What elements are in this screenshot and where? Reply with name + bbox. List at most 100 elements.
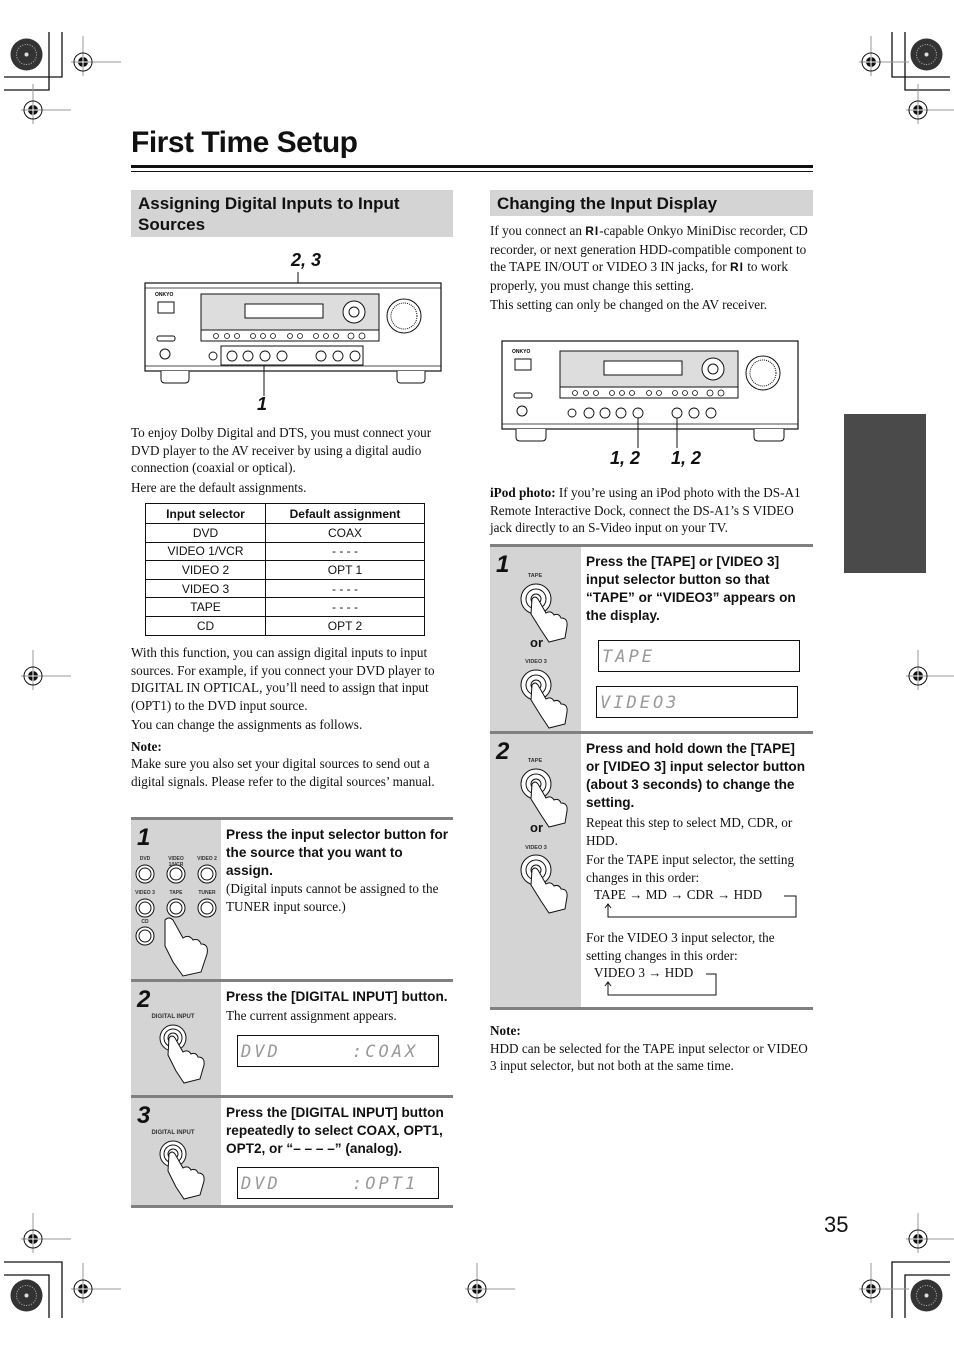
digital-input-button-icon xyxy=(159,1140,205,1200)
callout-label-1-2-video3: 1, 2 xyxy=(610,448,641,468)
step-text: Repeat this step to select MD, CDR, or H… xyxy=(586,815,793,848)
section-heading-assign: Assigning Digital Inputs to Input Source… xyxy=(131,190,453,237)
table-cell: VIDEO 2 xyxy=(145,560,266,580)
table-cell: - - - - xyxy=(265,597,425,617)
page-title: First Time Setup xyxy=(131,126,358,159)
chapter-tab-marker xyxy=(844,414,926,573)
section-heading-input-display: Changing the Input Display xyxy=(490,190,813,216)
body-paragraph-left: With this function, you can assign digit… xyxy=(131,644,456,792)
note-label: Note: xyxy=(131,738,162,754)
title-rule xyxy=(131,165,813,168)
table-row: CD OPT 2 xyxy=(145,615,425,636)
intro-paragraph-left: To enjoy Dolby Digital and DTS, you must… xyxy=(131,424,456,498)
receiver-front-panel: ONKYO xyxy=(144,272,442,396)
lcd-display-video3: VIDEO3 xyxy=(596,686,798,718)
ipod-note: iPod photo: If you’re using an iPod phot… xyxy=(490,484,814,539)
tape-video3-buttons-icon xyxy=(520,768,568,914)
receiver-illustration-right: ONKYO 1, 2 1, 2 xyxy=(500,338,800,473)
body-text-2: You can change the assignments as follow… xyxy=(131,717,363,732)
note-right: Note: HDD can be selected for the TAPE i… xyxy=(490,1022,814,1077)
steps-left: 1 DVD VIDEO 1/VCR VIDEO 2 VIDEO 3 TAPE T… xyxy=(131,817,453,1208)
table-row: VIDEO 3- - - - xyxy=(145,578,425,599)
table-header: Default assignment xyxy=(265,503,425,524)
step-1: 1 DVD VIDEO 1/VCR VIDEO 2 VIDEO 3 TAPE T… xyxy=(131,817,453,979)
starburst-mark-icon xyxy=(10,1279,43,1312)
step-2: 2 DIGITAL INPUT Press the [DIGITAL INPUT… xyxy=(131,979,453,1095)
step-1: 1 TAPE or VIDEO 3 Press the [TAPE] or [V… xyxy=(490,544,813,731)
input-selector-buttons-icon xyxy=(135,864,217,977)
step-illustration: 2 TAPE or VIDEO 3 xyxy=(490,734,581,1007)
table-cell: OPT 1 xyxy=(265,560,425,580)
starburst-mark-icon xyxy=(10,38,43,71)
step-3: 3 DIGITAL INPUT Press the [DIGITAL INPUT… xyxy=(131,1095,453,1208)
step-illustration: 1 TAPE or VIDEO 3 xyxy=(490,547,581,731)
table-header-row: Input selector Default assignment xyxy=(145,503,425,524)
step-2: 2 TAPE or VIDEO 3 Press and hold down th… xyxy=(490,731,813,1010)
step-heading: Press and hold down the [TAPE] or [VIDEO… xyxy=(586,741,806,810)
table-cell: - - - - xyxy=(265,541,425,562)
pointing-hand-icon xyxy=(167,1151,205,1200)
intro-text-2: This setting can only be changed on the … xyxy=(490,297,768,312)
ri-logo-icon: RI xyxy=(585,224,600,238)
tape-cycle-diagram: TAPE → MD → CDR → HDD xyxy=(594,887,809,923)
digital-input-button-icon xyxy=(159,1024,205,1084)
table-row: VIDEO 2 OPT 1 xyxy=(145,560,425,580)
lcd-text: VIDEO3 xyxy=(600,693,680,713)
ipod-label: iPod photo: xyxy=(490,485,556,500)
table-cell: TAPE xyxy=(145,597,266,617)
step-text: (Digital inputs cannot be assigned to th… xyxy=(226,881,439,914)
intro-text-part: If you connect an xyxy=(490,223,582,238)
brand-logo: ONKYO xyxy=(512,349,530,355)
table-header: Input selector xyxy=(145,503,266,524)
title-rule-thin xyxy=(131,171,813,172)
tape-video3-buttons-icon xyxy=(520,583,568,729)
cycle-return-arrow-icon xyxy=(604,973,717,996)
note-text: Make sure you also set your digital sour… xyxy=(131,756,435,789)
lcd-display: DVD :COAX xyxy=(237,1035,439,1067)
step-heading: Press the [DIGITAL INPUT] button repeate… xyxy=(226,1105,444,1156)
step-illustration: 3 DIGITAL INPUT xyxy=(131,1098,221,1205)
step-text: For the TAPE input selector, the setting… xyxy=(586,852,795,885)
body-text-1: With this function, you can assign digit… xyxy=(131,645,435,713)
table-row: TAPE - - - - xyxy=(145,597,425,617)
ri-logo-icon: RI xyxy=(729,260,744,274)
intro-text-1: To enjoy Dolby Digital and DTS, you must… xyxy=(131,425,432,475)
table-cell: - - - - xyxy=(265,578,425,599)
lcd-display-tape: TAPE xyxy=(598,640,800,672)
callout-label-1-2-tape: 1, 2 xyxy=(671,448,702,468)
default-assignments-table: Input selector Default assignment DVD COA… xyxy=(145,503,425,636)
step-illustration: 1 DVD VIDEO 1/VCR VIDEO 2 VIDEO 3 TAPE T… xyxy=(131,820,221,979)
intro-text-2: Here are the default assignments. xyxy=(131,479,307,495)
cycle-return-arrow-icon xyxy=(604,895,797,918)
starburst-mark-icon xyxy=(910,38,943,71)
step-text: For the VIDEO 3 input selector, the sett… xyxy=(586,930,775,963)
table-cell: COAX xyxy=(265,523,425,543)
lcd-text: TAPE xyxy=(602,647,655,667)
intro-paragraph-right: If you connect an RI-capable Onkyo MiniD… xyxy=(490,222,814,316)
lcd-display: DVD :OPT1 xyxy=(237,1167,439,1199)
step-text: The current assignment appears. xyxy=(226,1008,397,1023)
starburst-mark-icon xyxy=(910,1279,943,1312)
table-cell: DVD xyxy=(145,523,266,543)
step-heading: Press the [TAPE] or [VIDEO 3] input sele… xyxy=(586,554,796,623)
pointing-hand-icon xyxy=(167,1035,205,1084)
lcd-source: DVD xyxy=(241,1042,281,1062)
step-heading: Press the [DIGITAL INPUT] button. xyxy=(226,989,448,1004)
table-cell: VIDEO 3 xyxy=(145,578,266,599)
receiver-front-panel: ONKYO xyxy=(501,340,799,448)
step-heading: Press the input selector button for the … xyxy=(226,827,449,878)
steps-right: 1 TAPE or VIDEO 3 Press the [TAPE] or [V… xyxy=(490,544,813,1010)
table-row: VIDEO 1/VCR - - - - xyxy=(145,541,425,562)
brand-logo: ONKYO xyxy=(155,292,173,298)
note-text: HDD can be selected for the TAPE input s… xyxy=(490,1040,808,1074)
lcd-source: DVD xyxy=(241,1174,281,1194)
table-cell: OPT 2 xyxy=(265,615,425,636)
step-illustration: 2 DIGITAL INPUT xyxy=(131,982,221,1095)
callout-label-1: 1 xyxy=(257,394,268,414)
intro-text-ri: If you connect an RI-capable Onkyo MiniD… xyxy=(490,222,814,294)
lcd-assignment: :OPT1 xyxy=(352,1174,419,1194)
table-row: DVD COAX xyxy=(145,523,425,543)
pointing-hand-icon xyxy=(164,917,208,977)
lcd-assignment: :COAX xyxy=(352,1042,419,1062)
page-number: 35 xyxy=(824,1212,849,1237)
